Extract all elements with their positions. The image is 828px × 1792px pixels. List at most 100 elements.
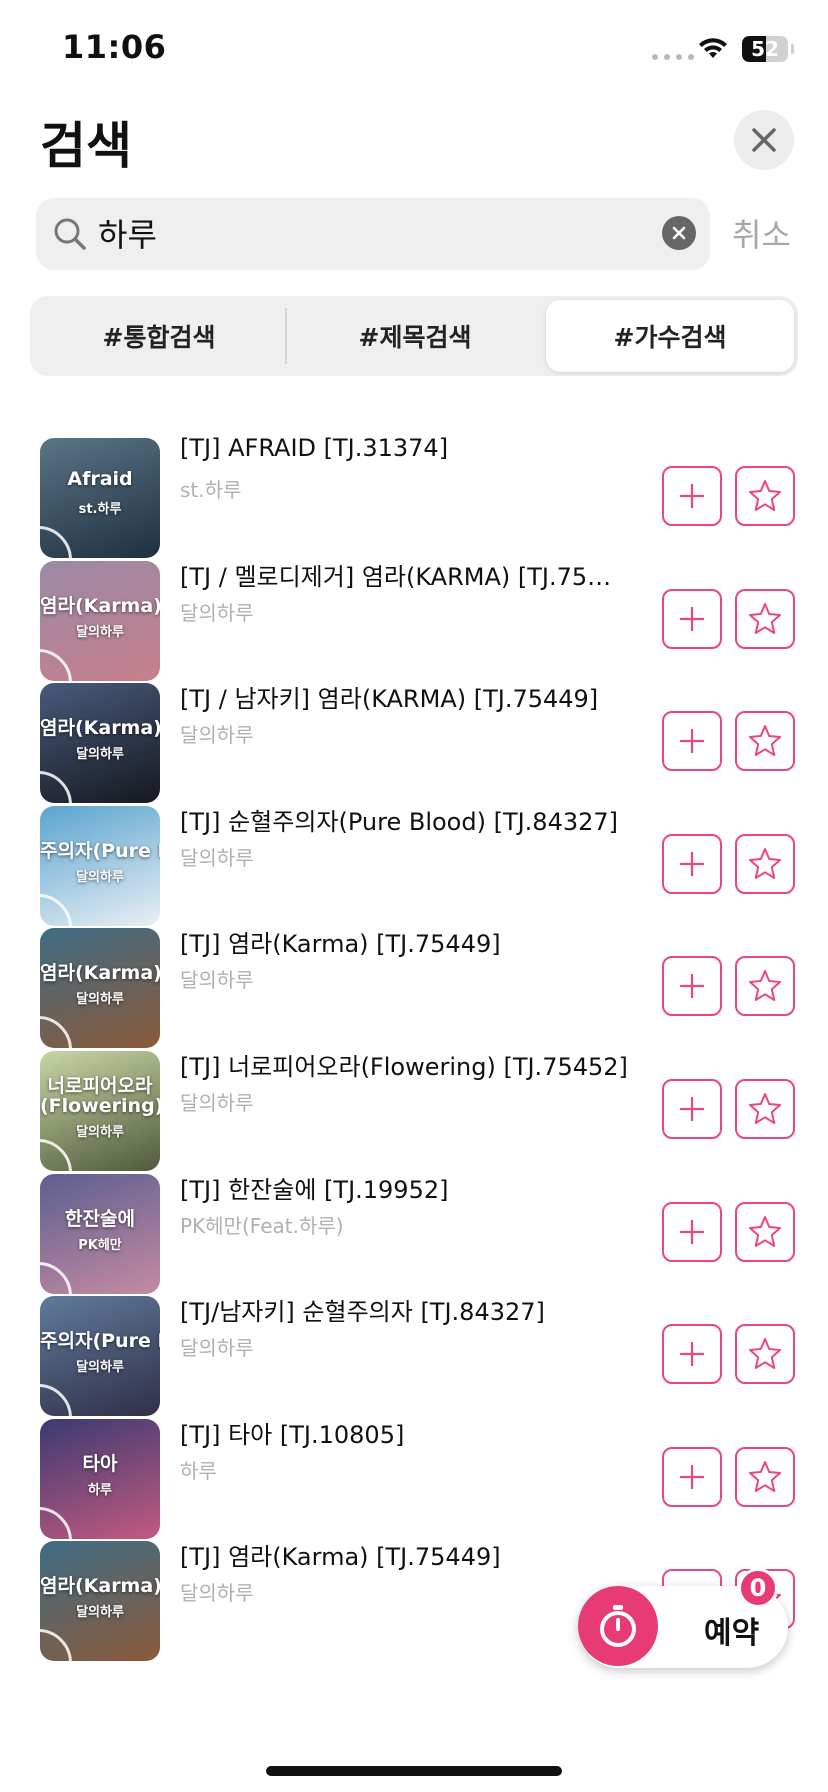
plus-icon: [680, 1465, 704, 1489]
cellular-signal-icon: [652, 54, 694, 60]
star-icon: [749, 1461, 781, 1492]
album-art-title: 한잔술에: [65, 1208, 135, 1230]
favorite-button[interactable]: [735, 711, 795, 771]
song-artist: 달의하루: [180, 968, 254, 992]
plus-icon: [680, 729, 704, 753]
album-art-title: 염라(Karma): [40, 1575, 160, 1597]
song-row[interactable]: 타아 하루 [TJ] 타아 [TJ.10805] 하루: [0, 1411, 828, 1551]
star-icon: [749, 480, 781, 511]
search-input[interactable]: [98, 210, 618, 256]
add-to-queue-button[interactable]: [662, 956, 722, 1016]
page-title: 검색: [40, 117, 132, 175]
reserve-button[interactable]: 예약 0: [578, 1568, 788, 1668]
plus-icon: [680, 1220, 704, 1244]
star-icon: [749, 725, 781, 756]
song-artist: 달의하루: [180, 1336, 254, 1360]
song-row[interactable]: 염라(Karma) 달의하루 [TJ] 염라(Karma) [TJ.75449] 달의…: [0, 920, 828, 1060]
song-title: [TJ] 순혈주의자(Pure Blood) [TJ.84327]: [180, 808, 619, 836]
song-artist: 달의하루: [180, 1581, 254, 1605]
album-art: 너로피어오라 (Flowering) 달의하루: [40, 1051, 160, 1171]
song-row[interactable]: Afraid st.하루 [TJ] AFRAID [TJ.31374] st.하루: [0, 430, 828, 570]
favorite-button[interactable]: [735, 1202, 795, 1262]
plus-icon: [680, 607, 704, 631]
clear-icon: [672, 226, 686, 240]
song-title: [TJ] 타아 [TJ.10805]: [180, 1421, 405, 1449]
album-art-title: 주의자(Pure Bl: [40, 1330, 160, 1352]
tab-integrated-search[interactable]: #통합검색: [34, 300, 284, 372]
star-icon: [749, 1338, 781, 1369]
album-art-artist: 달의하루: [76, 1360, 124, 1375]
vinyl-disc-icon: [40, 1629, 72, 1661]
album-art-artist: 달의하루: [76, 870, 124, 885]
favorite-button[interactable]: [735, 466, 795, 526]
song-row[interactable]: 주의자(Pure Bl 달의하루 [TJ] 순혈주의자(Pure Blood) [T…: [0, 798, 828, 938]
song-row[interactable]: 주의자(Pure Bl 달의하루 [TJ/남자키] 순혈주의자 [TJ.84327]…: [0, 1288, 828, 1428]
battery-tip: [791, 44, 794, 54]
home-indicator: [266, 1766, 562, 1776]
plus-icon: [680, 1097, 704, 1121]
reserve-count-badge: 0: [738, 1568, 778, 1608]
favorite-button[interactable]: [735, 1324, 795, 1384]
favorite-button[interactable]: [735, 834, 795, 894]
album-art: Afraid st.하루: [40, 438, 160, 558]
add-to-queue-button[interactable]: [662, 589, 722, 649]
song-row[interactable]: 너로피어오라 (Flowering) 달의하루 [TJ] 너로피어오라(Floweri…: [0, 1043, 828, 1183]
album-art-title: 타아: [82, 1453, 118, 1475]
status-time: 11:06: [62, 28, 167, 66]
favorite-button[interactable]: [735, 956, 795, 1016]
album-art-artist: 달의하루: [76, 1605, 124, 1620]
add-to-queue-button[interactable]: [662, 1447, 722, 1507]
add-to-queue-button[interactable]: [662, 834, 722, 894]
song-artist: 달의하루: [180, 846, 254, 870]
album-art-title: 염라(Karma): [40, 717, 160, 739]
album-art-title: Afraid: [67, 468, 133, 490]
song-title: [TJ] 염라(Karma) [TJ.75449]: [180, 1543, 501, 1571]
stopwatch-icon: [578, 1586, 658, 1666]
add-to-queue-button[interactable]: [662, 1202, 722, 1262]
star-icon: [749, 603, 781, 634]
song-row[interactable]: 한잔술에 PK헤만 [TJ] 한잔술에 [TJ.19952] PK헤만(Feat.하루…: [0, 1166, 828, 1306]
album-art-artist: 하루: [88, 1483, 112, 1498]
album-art-artist: PK헤만: [78, 1238, 122, 1253]
favorite-button[interactable]: [735, 1447, 795, 1507]
close-button[interactable]: [734, 110, 794, 170]
search-type-tabs: #통합검색 #제목검색 #가수검색: [30, 296, 798, 376]
plus-icon: [680, 1342, 704, 1366]
favorite-button[interactable]: [735, 589, 795, 649]
tab-title-search[interactable]: #제목검색: [288, 300, 542, 372]
add-to-queue-button[interactable]: [662, 711, 722, 771]
album-art-artist: 달의하루: [76, 1125, 124, 1140]
song-title: [TJ] AFRAID [TJ.31374]: [180, 434, 449, 462]
cancel-button[interactable]: 취소: [732, 210, 791, 256]
add-to-queue-button[interactable]: [662, 1079, 722, 1139]
star-icon: [749, 848, 781, 879]
album-art: 주의자(Pure Bl 달의하루: [40, 1296, 160, 1416]
song-title: [TJ] 너로피어오라(Flowering) [TJ.75452]: [180, 1053, 628, 1081]
song-row[interactable]: 염라(Karma) 달의하루 [TJ / 남자키] 염라(KARMA) [TJ.75…: [0, 675, 828, 815]
song-artist: 달의하루: [180, 723, 254, 747]
album-art: 주의자(Pure Bl 달의하루: [40, 806, 160, 926]
album-art-artist: 달의하루: [76, 747, 124, 762]
search-bar[interactable]: [36, 198, 710, 270]
song-title: [TJ / 멜로디제거] 염라(KARMA) [TJ.75…: [180, 563, 612, 591]
album-art-artist: 달의하루: [76, 992, 124, 1007]
reserve-label: 예약: [704, 1616, 760, 1651]
song-row[interactable]: 염라(Karma) 달의하루 [TJ / 멜로디제거] 염라(KARMA) [TJ.…: [0, 553, 828, 693]
star-icon: [749, 1216, 781, 1247]
tab-singer-search[interactable]: #가수검색: [546, 300, 794, 372]
favorite-button[interactable]: [735, 1079, 795, 1139]
plus-icon: [680, 852, 704, 876]
song-artist: 하루: [180, 1459, 217, 1483]
star-icon: [749, 1093, 781, 1124]
add-to-queue-button[interactable]: [662, 1324, 722, 1384]
add-to-queue-button[interactable]: [662, 466, 722, 526]
album-art: 염라(Karma) 달의하루: [40, 1541, 160, 1661]
status-bar: 11:06 52: [0, 0, 828, 100]
song-title: [TJ] 한잔술에 [TJ.19952]: [180, 1176, 449, 1204]
album-art-title: 염라(Karma): [40, 595, 160, 617]
wifi-icon: [697, 34, 729, 64]
clear-search-button[interactable]: [662, 216, 696, 250]
album-art: 염라(Karma) 달의하루: [40, 561, 160, 681]
song-title: [TJ/남자키] 순혈주의자 [TJ.84327]: [180, 1298, 545, 1326]
album-art: 염라(Karma) 달의하루: [40, 928, 160, 1048]
